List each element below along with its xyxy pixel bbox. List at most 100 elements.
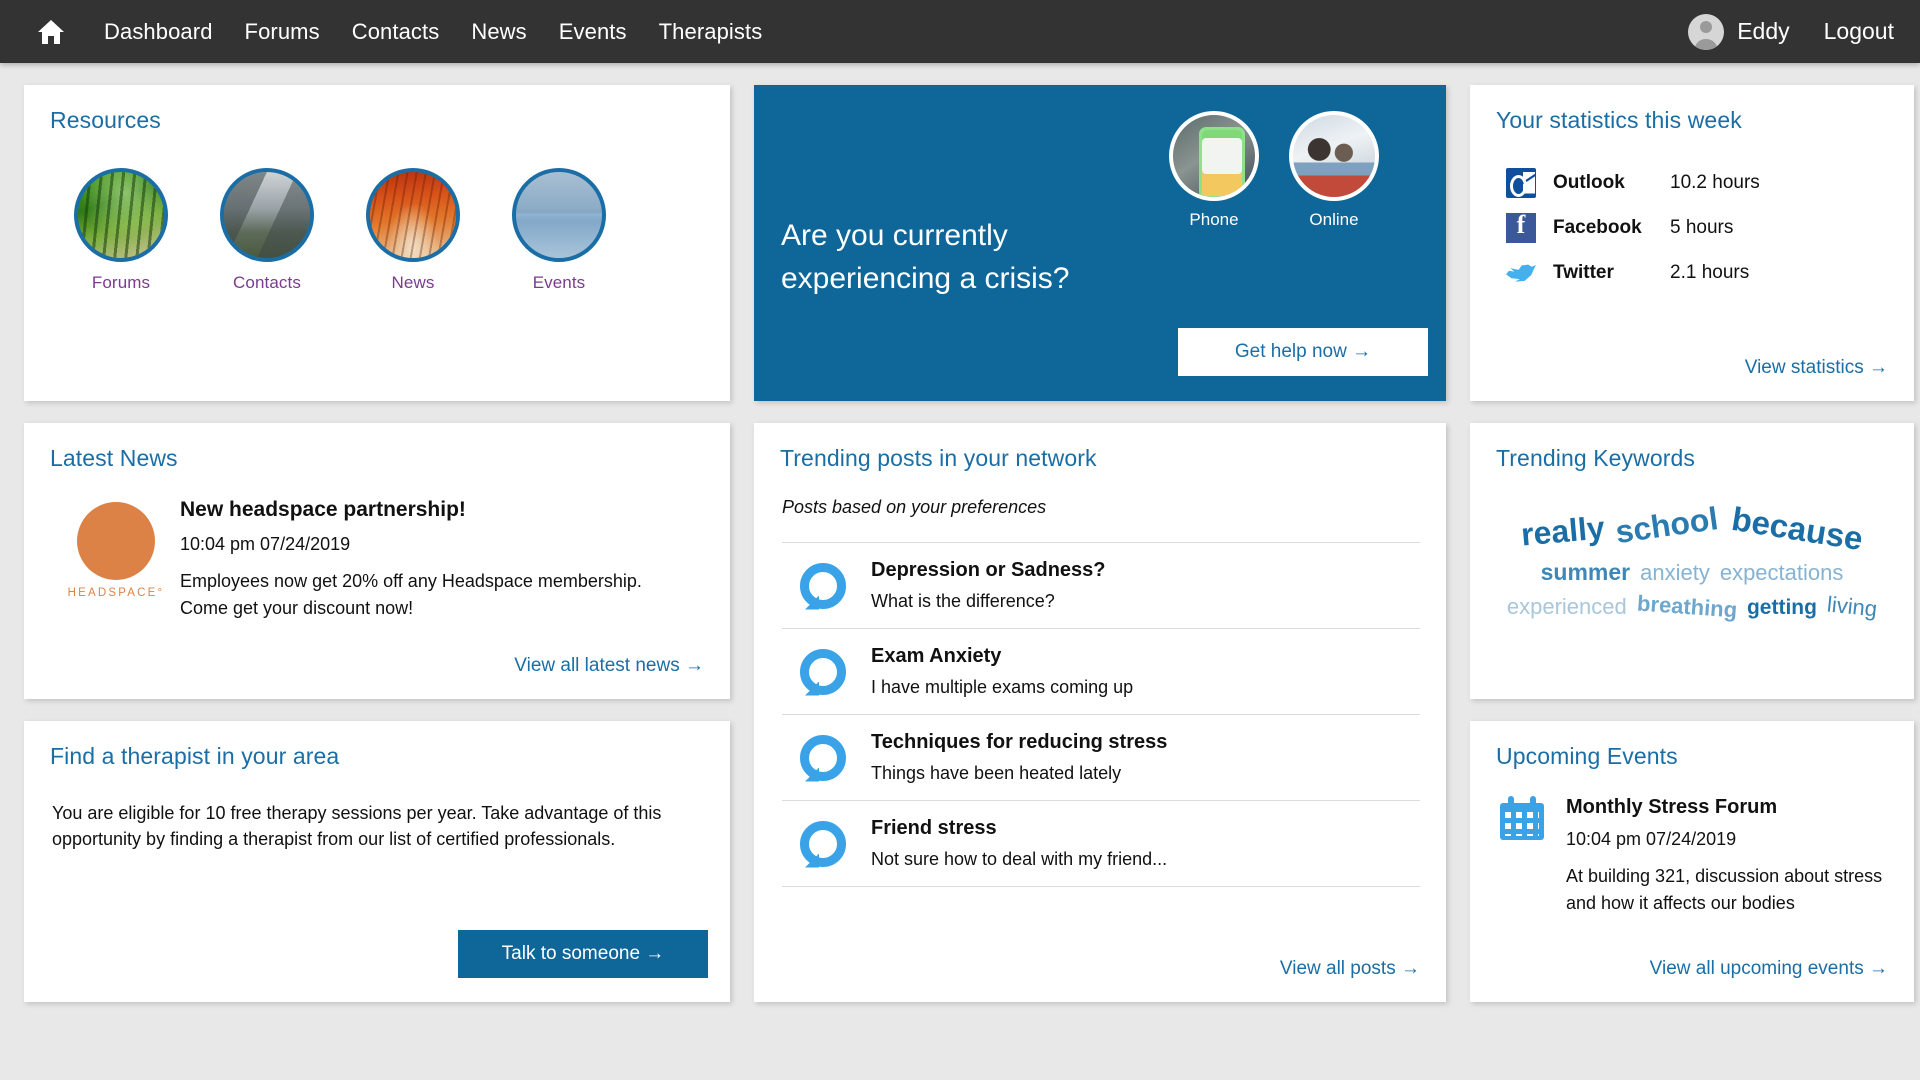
view-all-posts-link[interactable]: View all posts → [1280,958,1420,980]
resource-item-contacts[interactable]: Contacts [220,168,314,293]
logout-button[interactable]: Logout [1824,18,1894,45]
talk-to-someone-button[interactable]: Talk to someone → [458,930,708,978]
keyword-living[interactable]: living [1826,591,1878,621]
resource-label: Forums [91,273,151,292]
chat-bubble-icon [800,562,846,609]
keyword-cloud-row: summer anxiety expectations [1470,561,1914,584]
crisis-headline: Are you currently experiencing a crisis? [781,215,1069,300]
headspace-circle-icon [77,502,155,580]
post-subtitle: What is the difference? [871,591,1055,611]
keyword-experienced[interactable]: experienced [1507,596,1627,618]
crisis-options: Phone Online [1166,111,1382,230]
statistic-value: 5 hours [1670,216,1734,238]
post-text: Exam Anxiety I have multiple exams comin… [871,645,1133,698]
upcoming-event-item[interactable]: Monthly Stress Forum 10:04 pm 07/24/2019… [1470,770,1914,916]
chat-bubble-icon [800,820,846,867]
event-text: Monthly Stress Forum 10:04 pm 07/24/2019… [1566,796,1882,916]
trending-posts-panel: Trending posts in your network Posts bas… [754,423,1446,1002]
crisis-option-label: Online [1309,210,1359,229]
therapist-text-line2: opportunity by finding a therapist from … [52,829,616,850]
post-text: Friend stress Not sure how to deal with … [871,817,1167,870]
keyword-expectations[interactable]: expectations [1720,562,1844,584]
top-navigation-bar: Dashboard Forums Contacts News Events Th… [0,0,1920,63]
news-item-desc-line1: Employees now get 20% off any Headspace … [180,571,642,591]
resource-label: Events [532,273,586,292]
view-statistics-link[interactable]: View statistics → [1745,357,1888,379]
keyword-really[interactable]: really [1519,509,1605,552]
nav-links: Dashboard Forums Contacts News Events Th… [88,19,778,45]
crisis-option-online[interactable]: Online [1286,111,1382,230]
hand-holding-phone-photo[interactable] [1169,111,1259,201]
crisis-banner: Are you currently experiencing a crisis?… [754,85,1446,401]
mountain-lake-photo[interactable] [220,168,314,262]
chat-bubble-icon [800,648,846,695]
home-icon[interactable] [30,11,72,53]
event-date: 10:04 pm 07/24/2019 [1566,829,1737,849]
event-desc-line1: At building 321, discussion about stress [1566,866,1883,886]
statistic-name: Twitter [1553,261,1614,283]
keyword-breathing[interactable]: breathing [1636,591,1738,623]
facebook-icon [1506,210,1536,243]
trending-posts-list: Depression or Sadness? What is the diffe… [782,542,1420,887]
keyword-because[interactable]: because [1730,500,1866,557]
post-title: Depression or Sadness? [871,559,1106,581]
upcoming-events-title: Upcoming Events [1496,743,1678,769]
view-all-latest-news-link[interactable]: View all latest news → [514,655,704,677]
statistic-name: Facebook [1553,216,1642,238]
post-subtitle: I have multiple exams coming up [871,677,1134,697]
keyword-getting[interactable]: getting [1747,597,1817,618]
nav-link-dashboard[interactable]: Dashboard [88,19,229,45]
forest-path-photo[interactable] [74,168,168,262]
post-list-item[interactable]: Techniques for reducing stress Things ha… [782,715,1420,801]
latest-news-item[interactable]: HEADSPACE° New headspace partnership! 10… [24,472,730,621]
post-title: Exam Anxiety [871,645,1002,667]
keyword-cloud-row: really school because [1470,500,1914,557]
right-column: Trending Keywords really school because … [1470,423,1914,1002]
statistic-value: 2.1 hours [1670,261,1750,283]
crisis-option-phone[interactable]: Phone [1166,111,1262,230]
avatar[interactable] [1688,13,1725,50]
trending-posts-subtitle: Posts based on your preferences [782,497,1047,517]
resource-item-news[interactable]: News [366,168,460,293]
nav-link-forums[interactable]: Forums [229,19,336,45]
post-list-item[interactable]: Exam Anxiety I have multiple exams comin… [782,629,1420,715]
view-all-upcoming-events-link[interactable]: View all upcoming events → [1650,958,1888,980]
post-subtitle: Not sure how to deal with my friend... [871,849,1168,869]
chat-bubble-icon [800,734,846,781]
left-column: Latest News HEADSPACE° New headspace par… [24,423,730,1002]
event-desc-line2: and how it affects our bodies [1566,892,1795,913]
upcoming-events-panel: Upcoming Events Monthly Stress Forum 10:… [1470,721,1914,1002]
resource-item-forums[interactable]: Forums [74,168,168,293]
statistics-row-twitter: Twitter 2.1 hours [1506,250,1914,295]
news-item-desc-line2: Come get your discount now! [180,597,414,618]
post-title: Friend stress [871,817,997,839]
keyword-cloud-row: experienced breathing getting living [1470,591,1914,623]
misty-lake-photo[interactable] [512,168,606,262]
post-list-item[interactable]: Depression or Sadness? What is the diffe… [782,543,1420,629]
therapist-text-line1: You are eligible for 10 free therapy ses… [52,803,662,823]
keyword-cloud: really school because summer anxiety exp… [1470,500,1914,694]
nav-link-therapists[interactable]: Therapists [643,19,779,45]
post-text: Techniques for reducing stress Things ha… [871,731,1167,784]
autumn-forest-photo[interactable] [366,168,460,262]
nav-link-events[interactable]: Events [543,19,643,45]
call-center-agents-photo[interactable] [1289,111,1379,201]
keyword-school[interactable]: school [1613,500,1720,550]
news-item-date: 10:04 pm 07/24/2019 [180,534,351,554]
nav-link-news[interactable]: News [455,19,542,45]
post-list-item[interactable]: Friend stress Not sure how to deal with … [782,801,1420,887]
resources-list: Forums Contacts News Events [24,134,730,293]
resource-item-events[interactable]: Events [512,168,606,293]
statistic-value: 10.2 hours [1670,171,1760,193]
find-therapist-body: You are eligible for 10 free therapy ses… [24,770,730,852]
trending-posts-title: Trending posts in your network [780,445,1097,471]
keyword-summer[interactable]: summer [1541,561,1630,584]
twitter-icon [1506,258,1536,288]
get-help-now-button[interactable]: Get help now → [1178,328,1428,376]
trending-keywords-title: Trending Keywords [1496,445,1695,471]
statistics-title: Your statistics this week [1496,107,1742,133]
dashboard-grid: Resources Forums Contacts News Events Ar… [0,63,1920,1080]
keyword-anxiety[interactable]: anxiety [1640,562,1710,584]
resource-label: News [391,273,435,292]
nav-link-contacts[interactable]: Contacts [336,19,456,45]
